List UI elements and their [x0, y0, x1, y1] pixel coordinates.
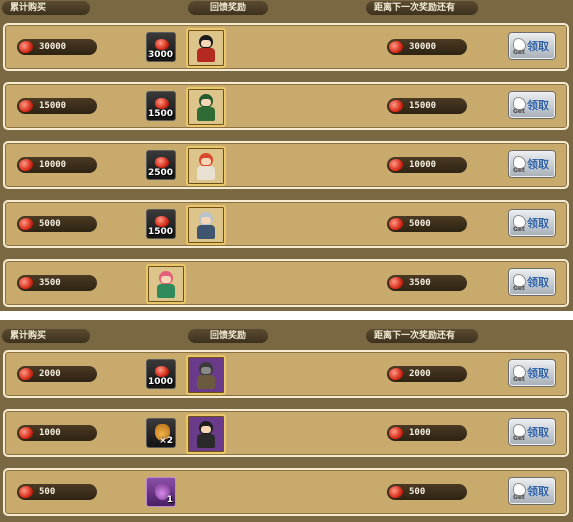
character-body — [197, 107, 215, 121]
gem-icon — [387, 484, 405, 500]
header-cumulative: 累计购买 — [2, 329, 90, 343]
gem-icon — [387, 366, 405, 382]
gem-icon — [155, 98, 169, 109]
claim-button[interactable]: Get 领取 — [509, 360, 555, 386]
purchase-amount: 1000 — [17, 425, 97, 441]
gem-icon — [387, 39, 405, 55]
remaining-amount: 1000 — [387, 425, 467, 441]
character-body — [197, 434, 215, 448]
purchase-amount: 2000 — [17, 366, 97, 382]
header-reward: 回馈奖励 — [188, 329, 268, 343]
purchase-amount: 15000 — [17, 98, 97, 114]
character-face — [201, 217, 211, 224]
header-cumulative: 累计购买 — [2, 1, 90, 15]
column-header-bar: 累计购买 回馈奖励 距离下一次奖励还有 — [0, 328, 573, 345]
character-face — [201, 40, 211, 47]
gem-icon — [17, 157, 35, 173]
reward-panel-top: 累计购买 回馈奖励 距离下一次奖励还有 30000 3000 30000 Get… — [0, 0, 573, 311]
character-portrait-fedora-gangster[interactable] — [186, 414, 226, 454]
character-face — [201, 426, 211, 433]
gem-reward-item[interactable]: 2500 — [146, 150, 176, 180]
purchase-amount: 30000 — [17, 39, 97, 55]
character-body — [197, 48, 215, 62]
reward-row: 15000 1500 15000 Get 领取 — [3, 82, 569, 130]
gem-icon — [155, 216, 169, 227]
remaining-amount: 10000 — [387, 157, 467, 173]
remaining-amount: 3500 — [387, 275, 467, 291]
gem-icon — [155, 39, 169, 50]
reward-row: 10000 2500 10000 Get 领取 — [3, 141, 569, 189]
character-face — [201, 367, 211, 374]
gem-reward-item[interactable]: 1500 — [146, 91, 176, 121]
claim-button[interactable]: Get 领取 — [509, 151, 555, 177]
reward-row: 3500 3500 Get 领取 — [3, 259, 569, 307]
character-portrait-green-capped-soldier[interactable] — [186, 87, 226, 127]
reward-row: 2000 1000 2000 Get 领取 — [3, 350, 569, 398]
gem-icon — [17, 39, 35, 55]
character-body — [197, 375, 215, 389]
character-face — [201, 99, 211, 106]
gem-icon — [17, 275, 35, 291]
character-portrait-pink-haired-girl[interactable] — [146, 264, 186, 304]
reward-row: 1000 ×2 1000 Get 领取 — [3, 409, 569, 457]
gem-icon — [387, 157, 405, 173]
reward-row: 30000 3000 30000 Get 领取 — [3, 23, 569, 71]
gem-icon — [17, 98, 35, 114]
column-header-bar: 累计购买 回馈奖励 距离下一次奖励还有 — [0, 0, 573, 17]
gem-icon — [17, 216, 35, 232]
character-portrait-silver-haired-girl[interactable] — [186, 205, 226, 245]
remaining-amount: 500 — [387, 484, 467, 500]
bag-reward-item[interactable]: ×2 — [146, 418, 176, 448]
character-portrait-red-uniform-soldier[interactable] — [186, 28, 226, 68]
purchase-amount: 3500 — [17, 275, 97, 291]
gem-icon — [17, 425, 35, 441]
header-remaining: 距离下一次奖励还有 — [366, 329, 478, 343]
character-portrait-red-haired-girl[interactable] — [186, 146, 226, 186]
gem-icon — [17, 484, 35, 500]
claim-button[interactable]: Get 领取 — [509, 478, 555, 504]
claim-button[interactable]: Get 领取 — [509, 92, 555, 118]
remaining-amount: 15000 — [387, 98, 467, 114]
purchase-amount: 500 — [17, 484, 97, 500]
remaining-amount: 2000 — [387, 366, 467, 382]
purchase-amount: 5000 — [17, 216, 97, 232]
gem-icon — [387, 425, 405, 441]
claim-button[interactable]: Get 领取 — [509, 210, 555, 236]
character-face — [161, 276, 171, 283]
gem-icon — [387, 216, 405, 232]
gem-icon — [387, 275, 405, 291]
gem-icon — [155, 366, 169, 377]
bag-reward-item[interactable]: 1 — [146, 477, 176, 507]
gem-icon — [155, 157, 169, 168]
gem-reward-item[interactable]: 1500 — [146, 209, 176, 239]
character-body — [197, 225, 215, 239]
reward-row: 500 1 500 Get 领取 — [3, 468, 569, 516]
gem-icon — [387, 98, 405, 114]
purchase-amount: 10000 — [17, 157, 97, 173]
character-body — [197, 166, 215, 180]
remaining-amount: 5000 — [387, 216, 467, 232]
character-body — [157, 284, 175, 298]
gem-reward-item[interactable]: 3000 — [146, 32, 176, 62]
header-remaining: 距离下一次奖励还有 — [366, 1, 478, 15]
character-face — [201, 158, 211, 165]
remaining-amount: 30000 — [387, 39, 467, 55]
header-reward: 回馈奖励 — [188, 1, 268, 15]
claim-button[interactable]: Get 领取 — [509, 269, 555, 295]
character-portrait-hooded-masked-figure[interactable] — [186, 355, 226, 395]
claim-button[interactable]: Get 领取 — [509, 419, 555, 445]
claim-button[interactable]: Get 领取 — [509, 33, 555, 59]
reward-panel-bottom: 累计购买 回馈奖励 距离下一次奖励还有 2000 1000 2000 Get 领取… — [0, 320, 573, 522]
gem-reward-item[interactable]: 1000 — [146, 359, 176, 389]
reward-row: 5000 1500 5000 Get 领取 — [3, 200, 569, 248]
gem-icon — [17, 366, 35, 382]
